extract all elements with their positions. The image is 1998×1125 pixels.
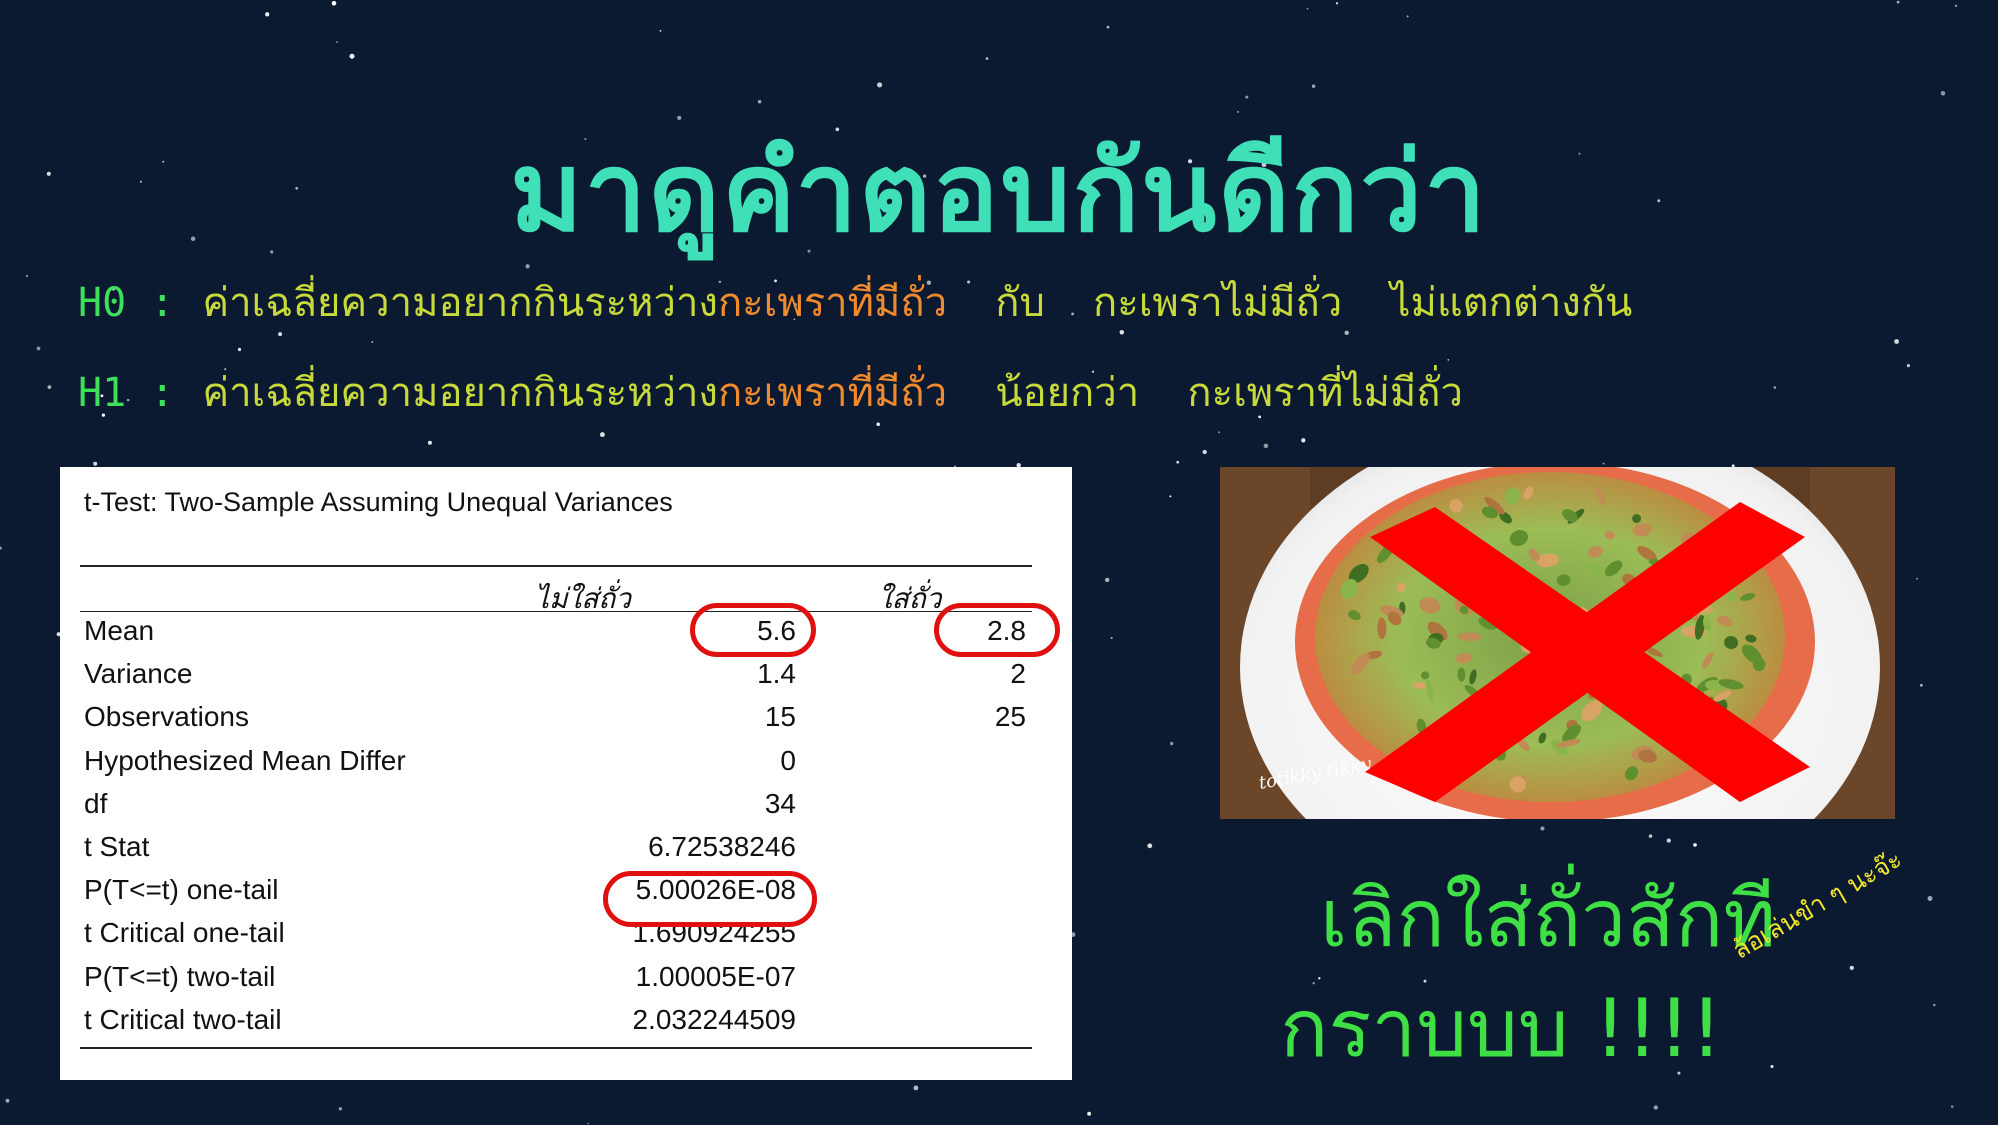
row-label: P(T<=t) one-tail — [84, 874, 279, 906]
value-no-beans: 15 — [764, 701, 796, 733]
h0-label: H0 : — [78, 280, 175, 326]
table-row: t Critical two-tail 2.032244509 — [84, 1004, 1034, 1044]
row-label: P(T<=t) two-tail — [84, 960, 276, 992]
row-label: t Critical one-tail — [84, 917, 285, 949]
h0-b: กะเพราไม่มีถั่ว — [1093, 280, 1343, 326]
h1-label: H1 : — [78, 370, 175, 416]
value-with-beans: 25 — [994, 701, 1026, 733]
h1-a: กะเพราที่มีถั่ว — [717, 370, 948, 416]
highlight-circle-p-value — [603, 871, 817, 927]
h1-pre: ค่าเฉลี่ยความอยากกินระหว่าง — [202, 370, 718, 416]
h1-b: กะเพราที่ไม่มีถั่ว — [1187, 370, 1463, 416]
row-label: Observations — [84, 701, 249, 733]
table-row: df 34 — [84, 788, 1034, 828]
row-label: t Critical two-tail — [84, 1003, 282, 1035]
row-label: Mean — [84, 615, 155, 646]
value-no-beans: 1.4 — [757, 658, 796, 690]
value-no-beans: 2.032244509 — [632, 1003, 796, 1035]
hypothesis-h0: H0 : ค่าเฉลี่ยความอยากกินระหว่างกะเพราที่… — [78, 270, 1632, 334]
highlight-circle-mean-no-beans — [690, 603, 816, 657]
t-test-results-table: t-Test: Two-Sample Assuming Unequal Vari… — [60, 467, 1072, 1080]
table-row: Mean 5.6 2.8 — [84, 615, 1034, 655]
table-title: t-Test: Two-Sample Assuming Unequal Vari… — [84, 487, 673, 517]
h1-mid: น้อยกว่า — [995, 370, 1140, 416]
table-row: P(T<=t) one-tail 5.00026E-08 — [84, 874, 1034, 914]
value-with-beans: 2 — [1010, 658, 1026, 690]
h0-mid: กับ — [995, 280, 1045, 326]
table-row: Hypothesized Mean Differ 0 — [84, 745, 1034, 785]
conclusion-line-2: กราบบบ !!!! — [1280, 982, 1723, 1075]
table-row: t Critical one-tail 1.690924255 — [84, 917, 1034, 957]
table-top-rule — [80, 565, 1032, 567]
h0-a: กะเพราที่มีถั่ว — [717, 280, 948, 326]
value-no-beans: 34 — [764, 787, 796, 819]
row-label: Variance — [84, 658, 193, 690]
table-row: P(T<=t) two-tail 1.00005E-07 — [84, 961, 1034, 1001]
table-bottom-rule — [80, 1047, 1032, 1049]
table-row: t Stat 6.72538246 — [84, 831, 1034, 871]
table-header-rule — [80, 611, 1032, 612]
h0-post: ไม่แตกต่างกัน — [1390, 280, 1633, 326]
conclusion-line-1: เลิกใส่ถั่วสักที — [1320, 872, 1777, 965]
row-label: Hypothesized Mean Differ — [84, 744, 406, 776]
row-label: df — [84, 787, 108, 819]
hypothesis-h1: H1 : ค่าเฉลี่ยความอยากกินระหว่างกะเพราที่… — [78, 360, 1463, 424]
h0-pre: ค่าเฉลี่ยความอยากกินระหว่าง — [202, 280, 718, 326]
row-label: t Stat — [84, 831, 150, 862]
value-no-beans: 1.00005E-07 — [635, 960, 796, 992]
value-no-beans: 6.72538246 — [648, 831, 796, 862]
table-row: Observations 15 25 — [84, 701, 1034, 741]
highlight-circle-mean-with-beans — [934, 603, 1060, 657]
page-title: มาดูคำตอบกันดีกว่า — [510, 128, 1488, 256]
krapow-photo-crossed-out: totikky tikky — [1220, 467, 1895, 819]
table-row: Variance 1.4 2 — [84, 658, 1034, 698]
value-no-beans: 0 — [780, 744, 796, 776]
